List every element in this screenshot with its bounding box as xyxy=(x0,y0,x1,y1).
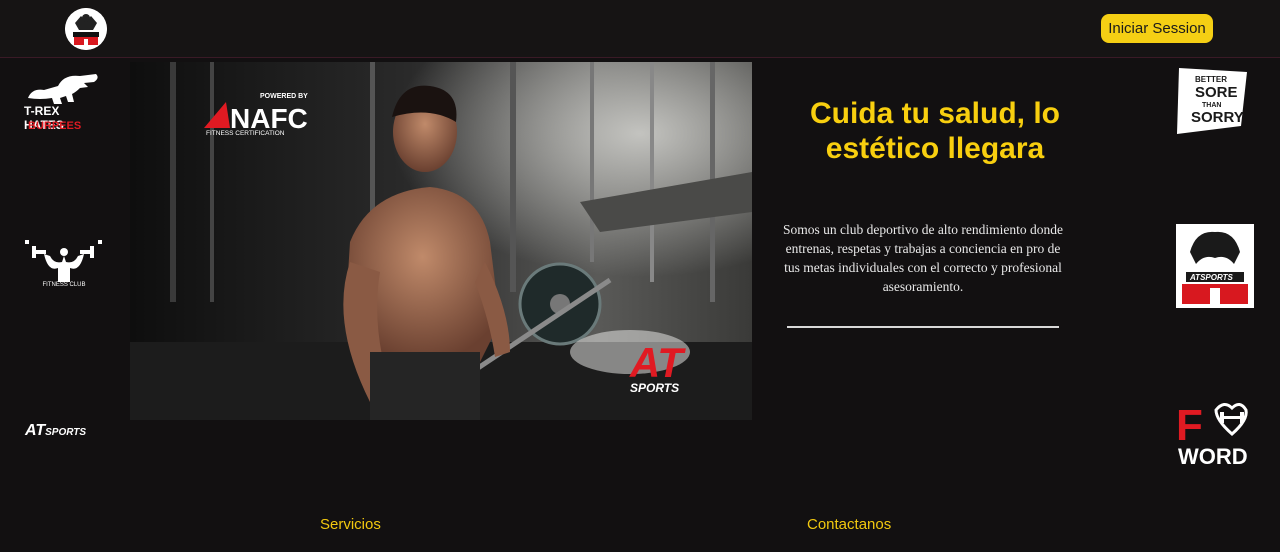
better-line2: SORE xyxy=(1195,84,1238,101)
f-word-logo: F WORD xyxy=(1176,398,1256,469)
nafc-powered-text: POWERED BY xyxy=(260,93,308,100)
at-badge-text: ATSPORTS xyxy=(1189,273,1233,282)
hero-image: POWERED BY NAFC FITNESS CERTIFICATION AT… xyxy=(130,62,752,420)
at-sports-badge-logo: ATSPORTS xyxy=(1176,224,1254,308)
better-line4: SORRY xyxy=(1191,109,1244,126)
f-word-icon: F WORD xyxy=(1176,401,1248,469)
services-link[interactable]: Servicios xyxy=(320,516,381,533)
at-sports-logo-icon[interactable] xyxy=(65,8,107,50)
fword-f: F xyxy=(1176,401,1203,450)
trex-line2: BURPEES xyxy=(28,120,82,132)
gym-scene-icon: POWERED BY NAFC FITNESS CERTIFICATION AT… xyxy=(130,62,752,420)
at-sports-badge-icon: ATSPORTS xyxy=(1176,224,1254,308)
trex-hates-burpees-logo: T-REX HATES BURPEES xyxy=(22,68,102,134)
fitness-club-logo: FITNESS CLUB xyxy=(24,238,104,294)
page-title: Cuida tu salud, lo estético llegara xyxy=(809,97,1060,165)
hero-watermark-sports: SPORTS xyxy=(630,381,679,395)
at-sports-sports: SPORTS xyxy=(45,427,87,438)
better-sore-than-sorry-logo: BETTER SORE THAN SORRY xyxy=(1175,66,1249,134)
hero-watermark-at: AT xyxy=(629,339,686,386)
better-sore-icon: BETTER SORE THAN SORRY xyxy=(1177,68,1247,134)
at-sports-text-logo: ATSPORTS xyxy=(25,422,105,442)
nafc-sub-text: FITNESS CERTIFICATION xyxy=(206,130,285,137)
at-sports-at: AT xyxy=(25,422,46,439)
fword-word: WORD xyxy=(1178,444,1248,466)
fitness-club-text: FITNESS CLUB xyxy=(42,282,86,288)
top-nav-bar: Iniciar Session xyxy=(0,0,1280,58)
contact-link[interactable]: Contactanos xyxy=(807,516,891,533)
better-line3: THAN xyxy=(1202,102,1221,109)
club-description: Somos un club deportivo de alto rendimie… xyxy=(782,222,1064,294)
login-button[interactable]: Iniciar Session xyxy=(1101,14,1213,43)
content-divider xyxy=(787,326,1059,328)
better-line1: BETTER xyxy=(1195,75,1227,84)
